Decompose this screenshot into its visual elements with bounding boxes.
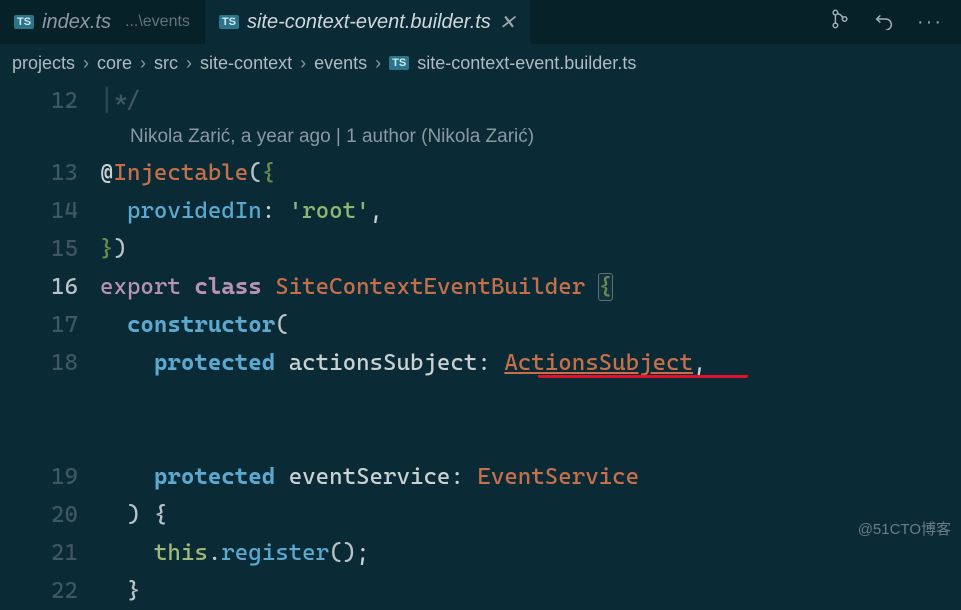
- crumb-file[interactable]: site-context-event.builder.ts: [417, 53, 636, 74]
- tab-label: index.ts: [42, 11, 111, 34]
- crumb[interactable]: events: [314, 53, 367, 74]
- line-number: 22: [0, 572, 100, 610]
- editor-actions: ···: [811, 0, 961, 44]
- crumb[interactable]: site-context: [200, 53, 292, 74]
- codelens-blame[interactable]: Nikola Zarić, a year ago | 1 author (Nik…: [0, 120, 961, 154]
- bracket-highlight: {: [599, 274, 612, 300]
- tab-site-context-event-builder[interactable]: TS site-context-event.builder.ts ✕: [205, 0, 531, 44]
- code-token: */: [113, 88, 140, 114]
- tab-index-ts[interactable]: TS index.ts ...\events: [0, 0, 205, 44]
- chevron-right-icon: ›: [83, 53, 89, 74]
- chevron-right-icon: ›: [300, 53, 306, 74]
- line-number: 18: [0, 344, 100, 382]
- crumb[interactable]: core: [97, 53, 132, 74]
- chevron-right-icon: ›: [375, 53, 381, 74]
- line-number: 20: [0, 496, 100, 534]
- editor-tabs: TS index.ts ...\events TS site-context-e…: [0, 0, 961, 44]
- line-number: 14: [0, 192, 100, 230]
- close-icon[interactable]: ✕: [499, 10, 516, 35]
- type-link-actionssubject[interactable]: ActionsSubject: [504, 350, 693, 376]
- undo-icon[interactable]: [873, 8, 895, 36]
- ts-icon: TS: [14, 15, 34, 29]
- line-number: 16: [0, 268, 100, 306]
- line-number: 13: [0, 154, 100, 192]
- tab-label: site-context-event.builder.ts: [247, 11, 491, 34]
- tab-hint: ...\events: [125, 13, 190, 31]
- source-control-icon[interactable]: [829, 8, 851, 36]
- line-number: 12: [0, 82, 100, 120]
- line-number: 15: [0, 230, 100, 268]
- watermark: @51CTO博客: [858, 518, 951, 539]
- breadcrumbs[interactable]: projects › core › src › site-context › e…: [0, 44, 961, 82]
- ts-icon: TS: [389, 56, 409, 70]
- ts-icon: TS: [219, 15, 239, 29]
- code-editor[interactable]: 12 │*/ Nikola Zarić, a year ago | 1 auth…: [0, 82, 961, 610]
- more-icon[interactable]: ···: [917, 11, 943, 34]
- crumb[interactable]: src: [154, 53, 178, 74]
- line-number: 17: [0, 306, 100, 344]
- crumb[interactable]: projects: [12, 53, 75, 74]
- chevron-right-icon: ›: [140, 53, 146, 74]
- line-number: 19: [0, 458, 100, 496]
- chevron-right-icon: ›: [186, 53, 192, 74]
- line-number: 21: [0, 534, 100, 572]
